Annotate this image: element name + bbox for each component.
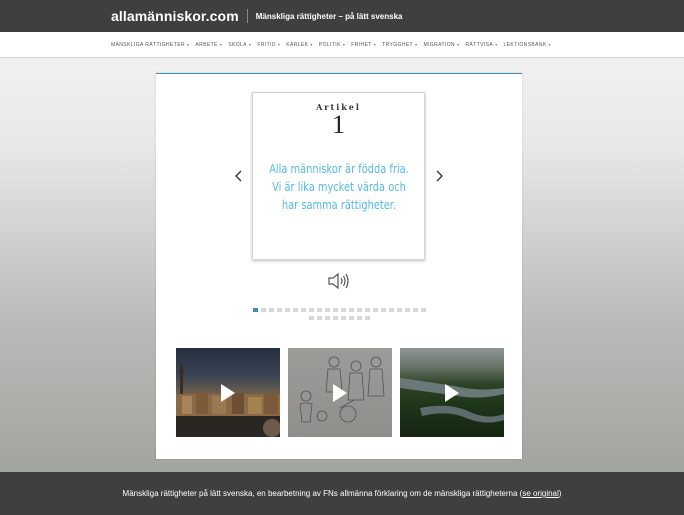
play-icon [333, 384, 347, 402]
nav-item-fritid[interactable]: Fritid ▾ [257, 42, 280, 48]
pagination-dot[interactable] [308, 308, 314, 312]
caret-down-icon: ▾ [373, 41, 377, 47]
pagination-dot[interactable] [284, 308, 290, 312]
pagination-dot[interactable] [356, 316, 362, 320]
pagination-dot[interactable] [324, 316, 330, 320]
thumbnail-river-landscape-video[interactable] [400, 348, 504, 437]
article-number: 1 [332, 110, 345, 139]
caret-down-icon: ▾ [248, 41, 252, 47]
pagination-dot[interactable] [332, 316, 338, 320]
previous-arrow-icon[interactable] [232, 169, 246, 183]
play-icon [221, 384, 235, 402]
content-panel: Artikel 1 Alla människor är födda fria. … [156, 73, 522, 459]
nav-label: Rättvisa [465, 41, 494, 48]
nav-label: Fritid [257, 41, 276, 48]
nav-item-politik[interactable]: Politik ▾ [319, 42, 345, 48]
nav-item-lektionsbank[interactable]: Lektionsbank ▾ [504, 42, 552, 48]
nav-item-frihet[interactable]: Frihet ▾ [351, 42, 376, 48]
nav-label: Migration [423, 41, 455, 48]
pagination-dot[interactable] [396, 308, 402, 312]
footer-text: Mänskliga rättigheter på lätt svenska, e… [123, 489, 562, 498]
pagination-dot[interactable] [300, 308, 306, 312]
pagination-dot[interactable] [380, 308, 386, 312]
nav-label: Skola [228, 41, 247, 48]
top-bar: allamänniskor.com Mänskliga rättigheter … [0, 0, 684, 32]
see-original-link[interactable]: se original [522, 489, 558, 498]
pagination-dot[interactable] [316, 308, 322, 312]
pagination-dot[interactable] [364, 308, 370, 312]
site-footer: Mänskliga rättigheter på lätt svenska, e… [0, 472, 684, 515]
pagination-dot[interactable] [372, 308, 378, 312]
header-divider [246, 9, 248, 23]
nav-label: Mänskliga rättigheter [111, 41, 185, 48]
nav-item-migration[interactable]: Migration ▾ [423, 42, 459, 48]
speaker-icon[interactable] [327, 272, 351, 290]
pagination-dot[interactable] [420, 308, 426, 312]
pagination-dot[interactable] [308, 316, 314, 320]
pagination-dot[interactable] [364, 316, 370, 320]
pagination-dot[interactable] [252, 308, 258, 312]
pagination-dot[interactable] [292, 308, 298, 312]
nav-label: Lektionsbank [503, 41, 547, 48]
pagination-dot[interactable] [324, 308, 330, 312]
carousel-pagination [249, 308, 429, 320]
nav-label: Arbete [195, 41, 218, 48]
video-thumbnails [176, 348, 504, 437]
site-tagline: Mänskliga rättigheter – på lätt svenska [255, 11, 403, 21]
article-text: Alla människor är födda fria. Vi är lika… [269, 162, 409, 212]
caret-down-icon: ▾ [415, 41, 418, 47]
pagination-dot[interactable] [348, 316, 354, 320]
caret-down-icon: ▾ [277, 41, 281, 47]
pagination-dot[interactable] [388, 308, 394, 312]
caret-down-icon: ▾ [457, 41, 460, 47]
pagination-dot[interactable] [316, 316, 322, 320]
nav-item-arbete[interactable]: Arbete ▾ [195, 42, 222, 48]
pagination-dot[interactable] [356, 308, 362, 312]
play-icon [445, 384, 459, 402]
caret-down-icon: ▾ [219, 41, 223, 47]
pagination-dot[interactable] [348, 308, 354, 312]
caret-down-icon: ▾ [310, 41, 313, 47]
caret-down-icon: ▾ [495, 41, 498, 47]
pagination-dot[interactable] [412, 308, 418, 312]
nav-item-manskliga-rattigheter[interactable]: Mänskliga rättigheter ▾ [111, 42, 189, 48]
nav-item-skola[interactable]: Skola ▾ [228, 42, 251, 48]
caret-down-icon: ▾ [548, 41, 552, 47]
pagination-dot[interactable] [276, 308, 282, 312]
pagination-dot[interactable] [404, 308, 410, 312]
article-card: Artikel 1 Alla människor är födda fria. … [252, 92, 425, 260]
nav-item-karlek[interactable]: Kärlek ▾ [286, 42, 313, 48]
site-logo[interactable]: allamänniskor.com [111, 8, 239, 24]
footer-description: Mänskliga rättigheter på lätt svenska, e… [122, 489, 523, 498]
nav-item-trygghet[interactable]: Trygghet ▾ [382, 42, 417, 48]
pagination-dot[interactable] [260, 308, 266, 312]
next-arrow-icon[interactable] [432, 169, 446, 183]
nav-label: Trygghet [382, 41, 414, 48]
nav-label: Politik [318, 41, 341, 48]
thumbnail-drawing-video[interactable] [288, 348, 392, 437]
pagination-dot[interactable] [332, 308, 338, 312]
pagination-dot[interactable] [268, 308, 274, 312]
nav-item-rattvisa[interactable]: Rättvisa ▾ [465, 42, 497, 48]
caret-down-icon: ▾ [186, 41, 190, 47]
caret-down-icon: ▾ [342, 41, 346, 47]
nav-label: Frihet [351, 41, 372, 48]
main-navigation: Mänskliga rättigheter ▾ Arbete ▾ Skola ▾ Fr… [0, 32, 684, 58]
footer-suffix: ) [558, 489, 562, 498]
pagination-dot[interactable] [340, 308, 346, 312]
thumbnail-stockholm-video[interactable] [176, 348, 280, 437]
pagination-dot[interactable] [340, 316, 346, 320]
nav-label: Kärlek [286, 41, 309, 48]
